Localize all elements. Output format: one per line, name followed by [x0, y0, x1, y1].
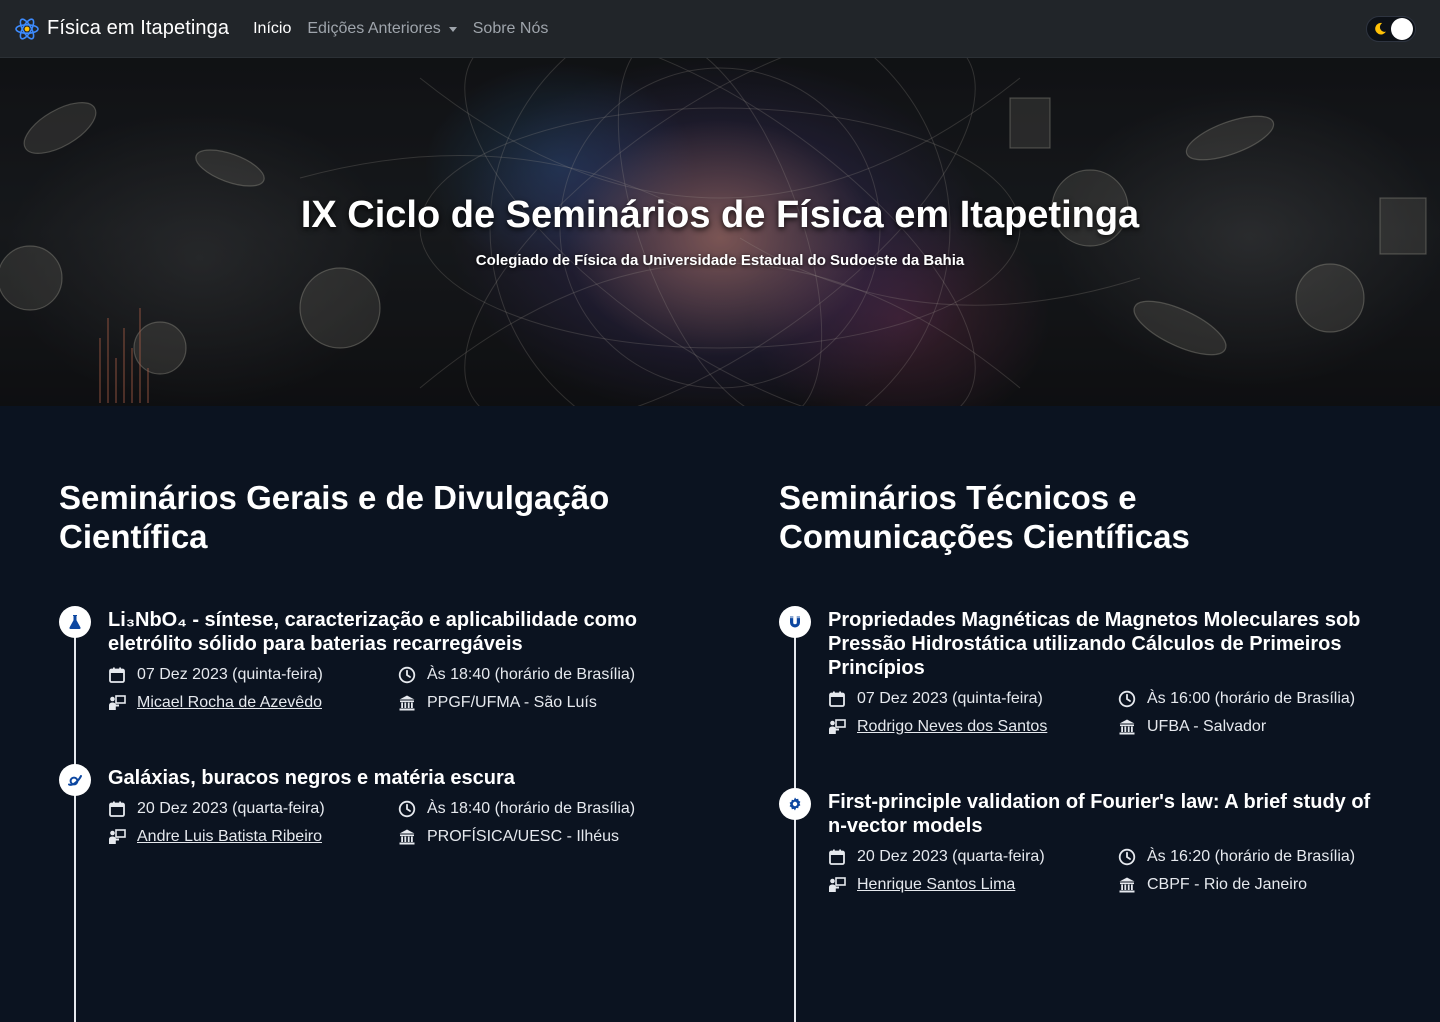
time-text: Às 18:40 (horário de Brasília): [427, 800, 636, 817]
brand-text: Física em Itapetinga: [47, 17, 230, 39]
nav-dropdown-edicoes[interactable]: Edições Anteriores: [307, 19, 457, 38]
seminar-date: 07 Dez 2023 (quinta-feira): [828, 688, 1118, 710]
technical-seminars-section: Seminários Técnicos e Comunicações Cient…: [779, 478, 1389, 1022]
atom-icon: [15, 17, 39, 40]
galaxy-icon: [68, 775, 82, 786]
brand-link[interactable]: Física em Itapetinga: [14, 16, 229, 42]
clock-icon: [1118, 848, 1136, 866]
caret-down-icon: [448, 27, 457, 32]
institution-icon: [399, 829, 415, 845]
seminar-title: Galáxias, buracos negros e matéria escur…: [108, 767, 515, 789]
nav-link-inicio[interactable]: Início: [253, 20, 291, 38]
timeline-item: Propriedades Magnéticas de Magnetos Mole…: [779, 606, 1389, 788]
time-text: Às 18:40 (horário de Brasília): [427, 666, 636, 683]
seminar-speaker: Rodrigo Neves dos Santos: [828, 716, 1118, 738]
timeline-marker: [779, 788, 811, 820]
timeline-item: Galáxias, buracos negros e matéria escur…: [59, 764, 669, 904]
presenter-icon: [829, 719, 846, 734]
hero-banner: IX Ciclo de Seminários de Física em Itap…: [0, 58, 1440, 406]
theme-toggle[interactable]: [1366, 16, 1416, 42]
page-title: IX Ciclo de Seminários de Física em Itap…: [300, 194, 1140, 236]
page-subtitle: Colegiado de Física da Universidade Esta…: [475, 252, 965, 269]
timeline: Propriedades Magnéticas de Magnetos Mole…: [779, 606, 1389, 1022]
seminar-time: Às 16:00 (horário de Brasília): [1118, 688, 1408, 710]
seminar-institution: PPGF/UFMA - São Luís: [398, 692, 688, 714]
calendar-icon: [109, 667, 125, 683]
section-title: Seminários Técnicos e Comunicações Cient…: [779, 479, 1190, 555]
institution-text: UFBA - Salvador: [1147, 718, 1267, 735]
seminar-speaker: Henrique Santos Lima: [828, 874, 1118, 896]
presenter-icon: [829, 877, 846, 892]
seminar-speaker: Andre Luis Batista Ribeiro: [108, 826, 398, 848]
seminar-speaker: Micael Rocha de Azevêdo: [108, 692, 398, 714]
date-text: 20 Dez 2023 (quarta-feira): [857, 848, 1045, 865]
seminar-title: First-principle validation of Fourier's …: [828, 791, 1371, 837]
timeline-marker: [779, 606, 811, 638]
clock-icon: [398, 666, 416, 684]
seminar-date: 07 Dez 2023 (quinta-feira): [108, 664, 398, 686]
institution-text: CBPF - Rio de Janeiro: [1147, 876, 1308, 893]
seminar-meta: 20 Dez 2023 (quarta-feira) Às 18:40 (hor…: [108, 798, 669, 848]
clock-icon: [398, 800, 416, 818]
date-text: 07 Dez 2023 (quinta-feira): [857, 690, 1043, 707]
date-text: 20 Dez 2023 (quarta-feira): [137, 800, 325, 817]
gear-icon: [789, 797, 801, 811]
seminar-meta: 07 Dez 2023 (quinta-feira) Às 18:40 (hor…: [108, 664, 669, 714]
seminar-date: 20 Dez 2023 (quarta-feira): [108, 798, 398, 820]
seminar-institution: CBPF - Rio de Janeiro: [1118, 874, 1408, 896]
time-text: Às 16:00 (horário de Brasília): [1147, 690, 1356, 707]
speaker-link[interactable]: Micael Rocha de Azevêdo: [137, 694, 322, 712]
nav-dropdown-label: Edições Anteriores: [307, 19, 441, 37]
timeline-item: First-principle validation of Fourier's …: [779, 788, 1389, 928]
seminar-meta: 20 Dez 2023 (quarta-feira) Às 16:20 (hor…: [828, 846, 1389, 896]
timeline-marker: [59, 764, 91, 796]
timeline-item: Li₃NbO₄ - síntese, caracterização e apli…: [59, 606, 669, 764]
calendar-icon: [829, 849, 845, 865]
magnet-icon: [790, 616, 800, 628]
navbar: Física em Itapetinga Início Edições Ante…: [0, 0, 1440, 58]
nav-link-sobre[interactable]: Sobre Nós: [473, 20, 549, 38]
time-text: Às 16:20 (horário de Brasília): [1147, 848, 1356, 865]
nav-links: Início Edições Anteriores Sobre Nós: [253, 20, 564, 38]
institution-icon: [1119, 877, 1135, 893]
toggle-knob: [1391, 18, 1413, 40]
seminar-time: Às 18:40 (horário de Brasília): [398, 664, 688, 686]
timeline: Li₃NbO₄ - síntese, caracterização e apli…: [59, 606, 669, 1022]
clock-icon: [1118, 690, 1136, 708]
speaker-link[interactable]: Andre Luis Batista Ribeiro: [137, 828, 322, 846]
speaker-link[interactable]: Henrique Santos Lima: [857, 876, 1015, 894]
presenter-icon: [109, 829, 126, 844]
seminar-institution: UFBA - Salvador: [1118, 716, 1408, 738]
institution-icon: [1119, 719, 1135, 735]
presenter-icon: [109, 695, 126, 710]
calendar-icon: [829, 691, 845, 707]
seminar-meta: 07 Dez 2023 (quinta-feira) Às 16:00 (hor…: [828, 688, 1389, 738]
moon-icon: [1375, 22, 1386, 35]
date-text: 07 Dez 2023 (quinta-feira): [137, 666, 323, 683]
calendar-icon: [109, 801, 125, 817]
institution-text: PROFÍSICA/UESC - Ilhéus: [427, 828, 620, 845]
seminar-time: Às 18:40 (horário de Brasília): [398, 798, 688, 820]
seminar-title: Propriedades Magnéticas de Magnetos Mole…: [828, 609, 1361, 679]
institution-text: PPGF/UFMA - São Luís: [427, 694, 597, 711]
timeline-marker: [59, 606, 91, 638]
institution-icon: [399, 695, 415, 711]
seminar-date: 20 Dez 2023 (quarta-feira): [828, 846, 1118, 868]
seminar-institution: PROFÍSICA/UESC - Ilhéus: [398, 826, 688, 848]
speaker-link[interactable]: Rodrigo Neves dos Santos: [857, 718, 1047, 736]
seminar-time: Às 16:20 (horário de Brasília): [1118, 846, 1408, 868]
general-seminars-section: Seminários Gerais e de Divulgação Cientí…: [59, 478, 669, 1022]
seminar-title: Li₃NbO₄ - síntese, caracterização e apli…: [108, 609, 637, 655]
section-title: Seminários Gerais e de Divulgação Cientí…: [59, 479, 610, 555]
flask-icon: [69, 615, 81, 629]
